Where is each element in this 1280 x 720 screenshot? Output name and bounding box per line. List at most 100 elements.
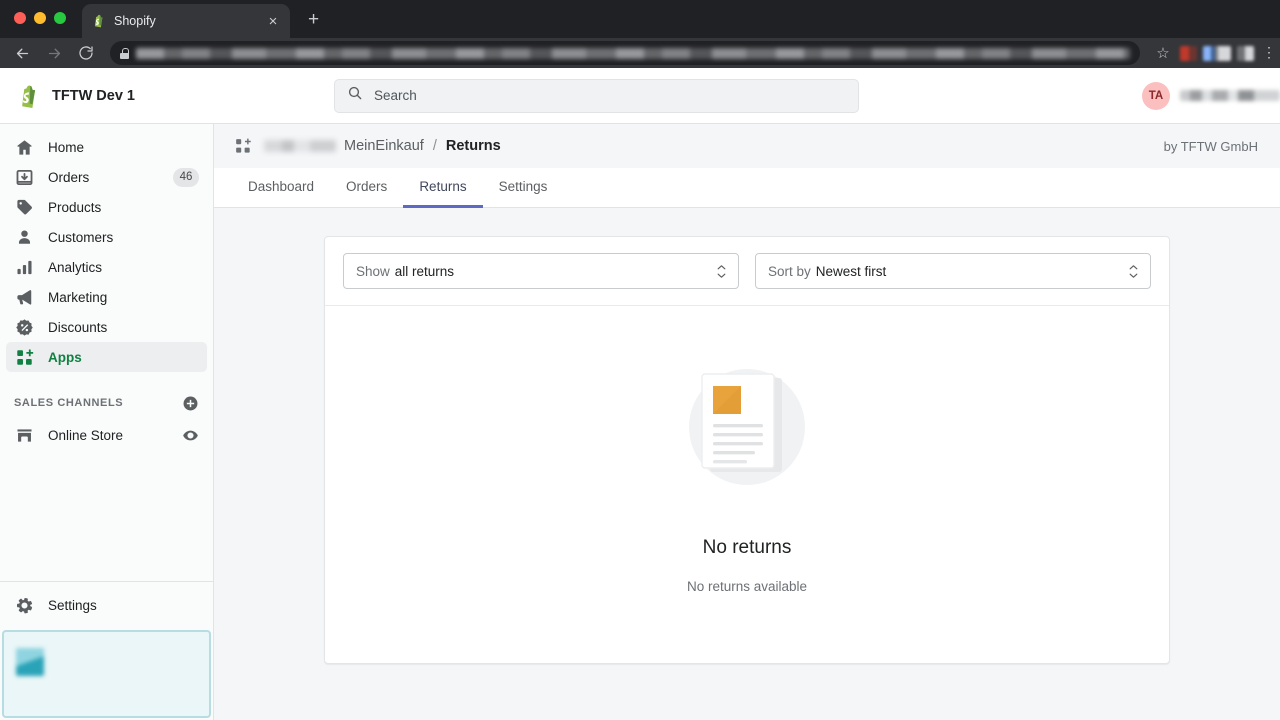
close-window-button[interactable] [14, 12, 26, 24]
bookmark-star-icon[interactable]: ☆ [1150, 44, 1176, 62]
tab-orders[interactable]: Orders [330, 168, 403, 208]
reload-icon[interactable] [72, 40, 100, 66]
forward-arrow-icon[interactable] [40, 40, 68, 66]
browser-menu-button[interactable]: ⋮ [1262, 47, 1272, 59]
shopify-bag-icon [90, 13, 106, 29]
breadcrumb-separator: / [433, 138, 437, 154]
breadcrumb-current-page: Returns [446, 138, 501, 154]
shopify-topbar: TFTW Dev 1 Search TA [0, 68, 1280, 124]
discount-percent-icon [14, 317, 34, 337]
sidebar-item-label: Analytics [48, 260, 199, 275]
returns-content: Show all returns Sort by Newest first [214, 208, 1280, 720]
home-icon [14, 137, 34, 157]
apps-grid-plus-icon[interactable] [234, 137, 252, 155]
browser-chrome: Shopify × + ☆ ⋮ [0, 0, 1280, 68]
gear-icon [14, 595, 34, 615]
sidebar-item-label: Settings [48, 598, 199, 613]
sidebar-item-analytics[interactable]: Analytics [6, 252, 207, 282]
tab-dashboard[interactable]: Dashboard [232, 168, 330, 208]
orders-count-badge: 46 [173, 168, 199, 187]
sidebar-item-label: Apps [48, 350, 199, 365]
show-filter-label: Show [356, 264, 390, 279]
store-name: TFTW Dev 1 [52, 88, 135, 104]
search-input[interactable]: Search [334, 79, 859, 113]
add-circle-icon[interactable] [181, 394, 199, 412]
promo-thumbnail [16, 648, 44, 676]
browser-tab-title: Shopify [114, 14, 256, 28]
sales-channels-title: SALES CHANNELS [14, 397, 181, 409]
breadcrumb-redacted [264, 140, 336, 152]
orders-inbox-icon [14, 167, 34, 187]
global-search[interactable]: Search [334, 79, 859, 113]
app-tabs: Dashboard Orders Returns Settings [214, 168, 1280, 208]
sidebar-item-label: Customers [48, 230, 199, 245]
breadcrumb-app-name[interactable]: MeinEinkauf [344, 138, 424, 154]
app-breadcrumb-header: MeinEinkauf / Returns by TFTW GmbH [214, 124, 1280, 168]
close-tab-button[interactable]: × [264, 14, 282, 29]
tab-label: Returns [419, 179, 466, 194]
sidebar-item-home[interactable]: Home [6, 132, 207, 162]
sidebar-item-marketing[interactable]: Marketing [6, 282, 207, 312]
avatar: TA [1142, 82, 1170, 110]
browser-tab[interactable]: Shopify × [82, 4, 290, 38]
sidebar-item-settings[interactable]: Settings [6, 590, 207, 620]
eye-preview-icon[interactable] [181, 426, 199, 444]
empty-state: No returns No returns available [325, 306, 1169, 663]
tab-settings[interactable]: Settings [483, 168, 564, 208]
sidebar-item-label: Home [48, 140, 199, 155]
marketing-megaphone-icon [14, 287, 34, 307]
returns-filter-bar: Show all returns Sort by Newest first [325, 237, 1169, 306]
returns-card: Show all returns Sort by Newest first [324, 236, 1170, 664]
maximize-window-button[interactable] [54, 12, 66, 24]
window-traffic-lights [14, 12, 66, 24]
empty-state-subtitle: No returns available [687, 579, 807, 594]
sidebar-item-discounts[interactable]: Discounts [6, 312, 207, 342]
product-tag-icon [14, 197, 34, 217]
sort-filter-value: Newest first [816, 264, 887, 279]
sidebar: Home Orders 46 Products Customers [0, 124, 214, 720]
sidebar-item-apps[interactable]: Apps [6, 342, 207, 372]
tab-returns[interactable]: Returns [403, 168, 482, 208]
up-down-chevron-icon [717, 265, 726, 278]
sidebar-item-online-store[interactable]: Online Store [6, 420, 207, 450]
store-brand[interactable]: TFTW Dev 1 [0, 82, 214, 110]
show-filter-select[interactable]: Show all returns [343, 253, 739, 289]
back-arrow-icon[interactable] [8, 40, 36, 66]
sidebar-spacer [0, 450, 213, 581]
main-content: MeinEinkauf / Returns by TFTW GmbH Dashb… [214, 124, 1280, 720]
sidebar-item-orders[interactable]: Orders 46 [6, 162, 207, 192]
minimize-window-button[interactable] [34, 12, 46, 24]
tab-label: Orders [346, 179, 387, 194]
empty-document-icon [677, 361, 817, 489]
sidebar-item-label: Marketing [48, 290, 199, 305]
extension-icon[interactable] [1237, 46, 1254, 61]
show-filter-value: all returns [395, 264, 454, 279]
browser-toolbar: ☆ ⋮ [0, 38, 1280, 68]
lock-icon [120, 48, 129, 59]
sidebar-main-nav: Home Orders 46 Products Customers [0, 124, 213, 372]
sidebar-item-label: Discounts [48, 320, 199, 335]
address-bar-url-redacted [136, 48, 1130, 59]
extension-icon[interactable] [1203, 46, 1231, 61]
extension-icon[interactable] [1180, 46, 1197, 61]
sidebar-item-customers[interactable]: Customers [6, 222, 207, 252]
sidebar-promo-card[interactable] [2, 630, 211, 718]
browser-extensions [1180, 46, 1258, 61]
apps-grid-plus-icon [14, 347, 34, 367]
sidebar-item-label: Online Store [48, 428, 167, 443]
tab-label: Settings [499, 179, 548, 194]
new-tab-button[interactable]: + [308, 10, 319, 29]
shopify-logo [14, 82, 40, 110]
empty-state-title: No returns [703, 537, 792, 559]
sidebar-item-products[interactable]: Products [6, 192, 207, 222]
address-bar[interactable] [110, 41, 1140, 65]
up-down-chevron-icon [1129, 265, 1138, 278]
search-icon [347, 85, 363, 106]
tab-label: Dashboard [248, 179, 314, 194]
user-name-redacted [1180, 90, 1280, 101]
sidebar-item-label: Orders [48, 170, 159, 185]
sort-filter-select[interactable]: Sort by Newest first [755, 253, 1151, 289]
user-menu[interactable]: TA [1142, 82, 1280, 110]
customer-person-icon [14, 227, 34, 247]
app-shell: Home Orders 46 Products Customers [0, 124, 1280, 720]
